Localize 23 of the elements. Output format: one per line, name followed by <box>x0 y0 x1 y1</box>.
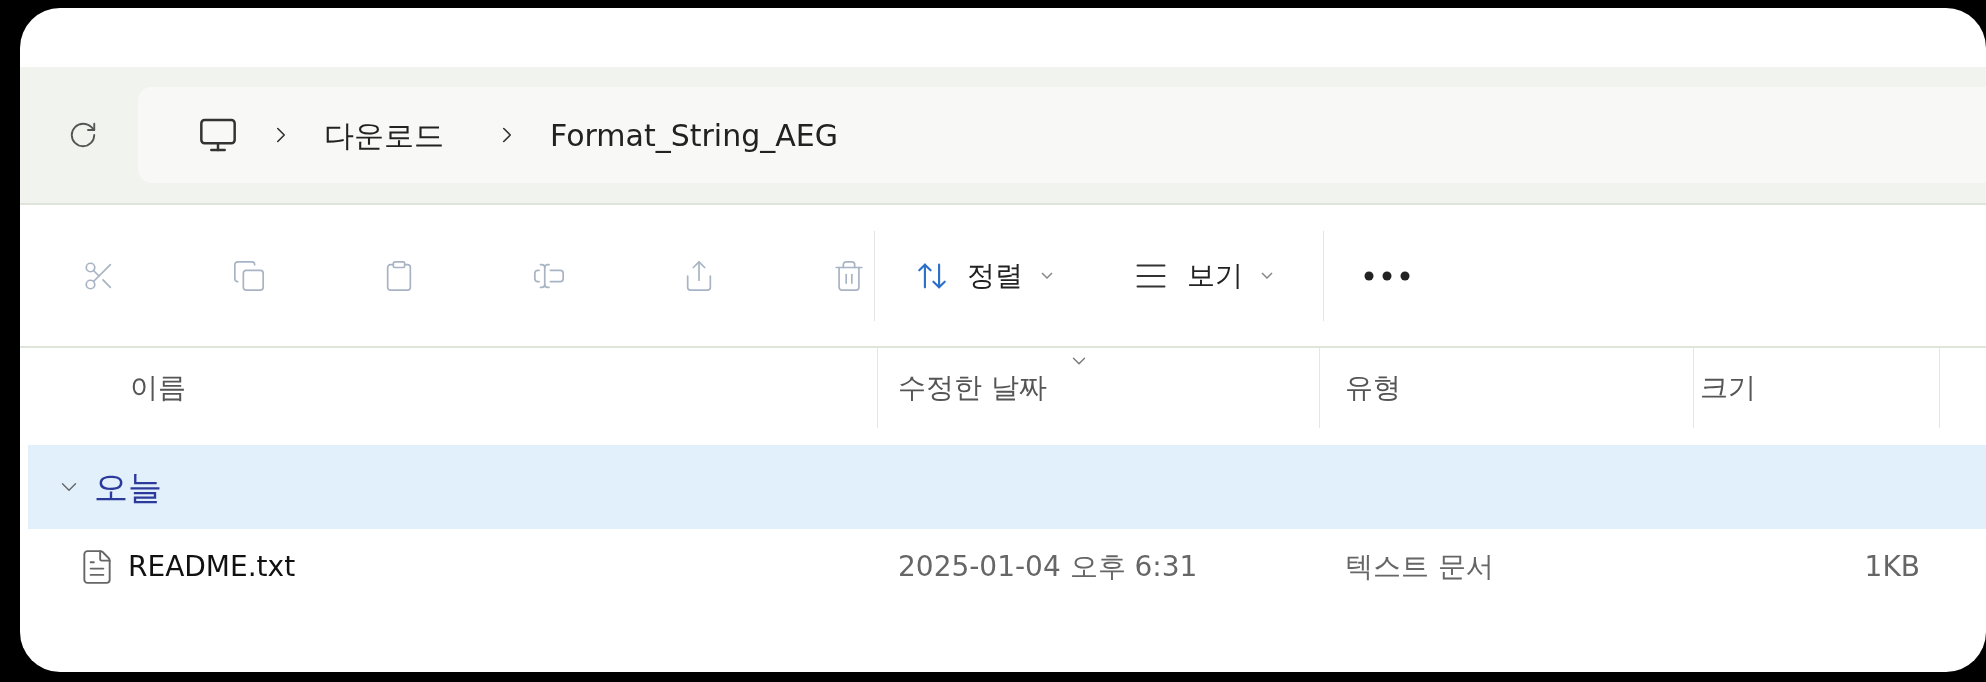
column-header[interactable]: 수정한 날짜 <box>898 367 1047 409</box>
file-name: README.txt <box>128 549 296 585</box>
modified-date: 2025-01-04 오후 6:31 <box>897 549 1199 585</box>
breadcrumb[interactable]: 다운로드 <box>324 112 444 158</box>
file-size: 1KB <box>1863 549 1920 585</box>
column-header[interactable]: 유형 <box>1345 367 1401 409</box>
caret-icon <box>1261 272 1273 279</box>
file-type: 텍스트 문서 <box>1344 549 1495 585</box>
group-header[interactable]: 오늘 <box>28 445 1986 529</box>
column-header[interactable]: 크기 <box>1700 367 1756 409</box>
address-bar[interactable]: 다운로드 Format_String_AEG <box>138 87 1986 183</box>
column-header[interactable]: 이름 <box>130 367 186 409</box>
caret-icon <box>1041 272 1053 279</box>
view-button[interactable]: 보기 <box>1133 254 1273 297</box>
refresh-icon <box>68 120 98 150</box>
breadcrumb[interactable]: Format_String_AEG <box>550 112 838 158</box>
more-button[interactable] <box>1364 270 1410 281</box>
group-label: 오늘 <box>94 465 162 509</box>
delete-icon <box>832 258 866 293</box>
file-row[interactable]: README.txt 2025-01-04 오후 6:31 텍스트 문서 1KB <box>20 529 1986 605</box>
copy-icon <box>232 258 266 293</box>
sort-button[interactable]: 정렬 <box>915 254 1053 297</box>
more-icon <box>1364 270 1410 281</box>
